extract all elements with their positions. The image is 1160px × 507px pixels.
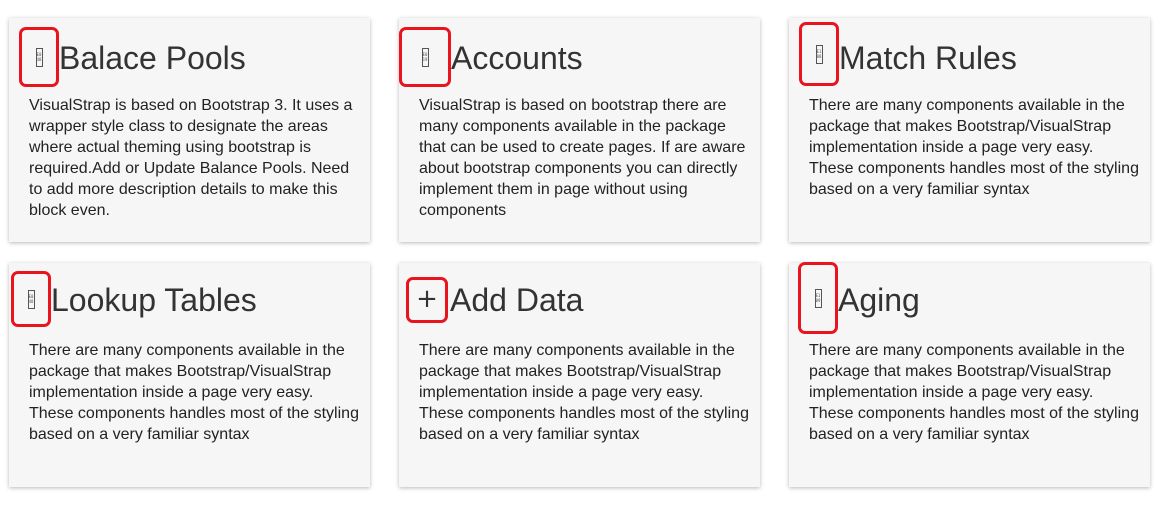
card-lookup-tables[interactable]: E0 48 Lookup Tables There are many compo… [9, 263, 370, 487]
card-match-rules[interactable]: E1 88 Match Rules There are many compone… [789, 18, 1150, 242]
highlight-box [799, 22, 839, 86]
card-title[interactable]: Add Data [450, 284, 583, 316]
missing-glyph-icon: E1 09 [798, 262, 838, 334]
card-title[interactable]: Accounts [451, 42, 583, 74]
card-title[interactable]: Lookup Tables [51, 284, 257, 316]
card-title-row: E1 09 Aging [798, 262, 920, 334]
missing-glyph-icon: E0 48 [11, 271, 51, 327]
highlight-box [406, 277, 448, 323]
missing-glyph-icon: E0 19 [399, 27, 451, 87]
card-title-row: E0 19 Accounts [399, 27, 583, 87]
card-grid: E0 48 Balace Pools VisualStrap is based … [0, 0, 1160, 507]
card-add-data[interactable]: + Add Data There are many components ava… [399, 263, 760, 487]
card-balace-pools[interactable]: E0 48 Balace Pools VisualStrap is based … [9, 18, 370, 242]
card-aging[interactable]: E1 09 Aging There are many components av… [789, 262, 1150, 487]
highlight-box [798, 262, 838, 334]
card-description: There are many components available in t… [419, 342, 749, 443]
card-title[interactable]: Match Rules [839, 42, 1017, 74]
highlight-box [399, 27, 451, 87]
card-description: VisualStrap is based on Bootstrap 3. It … [29, 97, 353, 219]
card-description: There are many components available in t… [29, 342, 359, 443]
highlight-box [11, 271, 51, 327]
missing-glyph-icon: E1 88 [799, 22, 839, 86]
card-title[interactable]: Aging [838, 284, 920, 316]
card-title-row: E0 48 Lookup Tables [11, 271, 257, 327]
card-description: There are many components available in t… [809, 342, 1139, 443]
card-title-row: E1 88 Match Rules [799, 22, 1017, 86]
card-title-row: E0 48 Balace Pools [19, 27, 246, 87]
card-accounts[interactable]: E0 19 Accounts VisualStrap is based on b… [399, 18, 760, 242]
highlight-box [19, 27, 59, 87]
card-title-row: + Add Data [406, 277, 583, 323]
card-description: VisualStrap is based on bootstrap there … [419, 97, 746, 219]
card-title[interactable]: Balace Pools [59, 42, 246, 74]
plus-icon: + [406, 277, 448, 323]
card-description: There are many components available in t… [809, 97, 1139, 198]
missing-glyph-icon: E0 48 [19, 27, 59, 87]
